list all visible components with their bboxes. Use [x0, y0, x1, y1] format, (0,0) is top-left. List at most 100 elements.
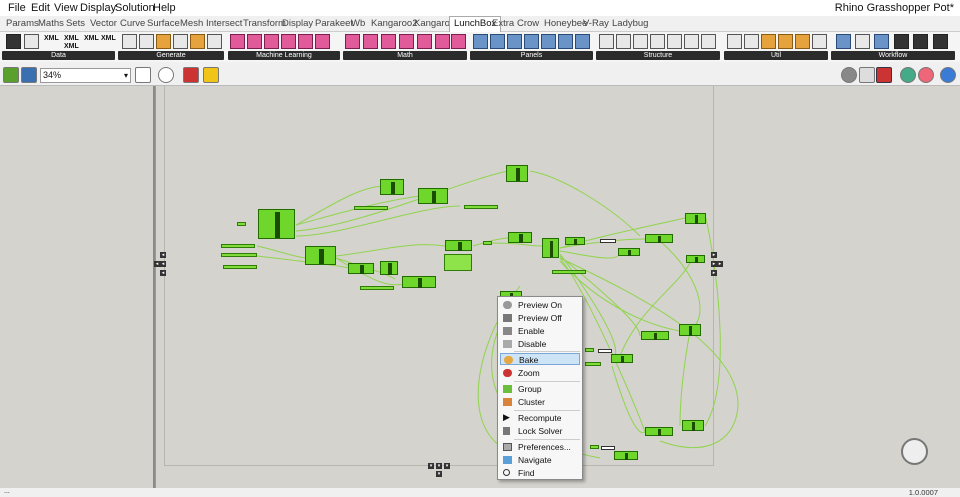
component-node[interactable]: [565, 237, 585, 245]
number-slider[interactable]: [223, 265, 257, 269]
tool-icon[interactable]: [507, 34, 522, 49]
tool-icon[interactable]: [190, 34, 205, 49]
ribbon-group-label[interactable]: Util: [724, 51, 828, 60]
number-slider[interactable]: [221, 253, 257, 257]
number-slider[interactable]: [552, 270, 586, 274]
canvas-scroll-down-icon[interactable]: ▾: [436, 463, 442, 469]
tab-extra[interactable]: Extra: [492, 18, 514, 29]
component-node[interactable]: [645, 427, 673, 436]
tool-icon[interactable]: [616, 34, 631, 49]
ribbon-group-label[interactable]: Structure: [596, 51, 720, 60]
component-node[interactable]: [686, 255, 705, 263]
component-node[interactable]: [402, 276, 436, 288]
ribbon-group-label[interactable]: Machine Learning: [228, 51, 340, 60]
selected-preview-icon[interactable]: [876, 67, 892, 83]
xml-icon[interactable]: XML: [44, 35, 59, 42]
grasshopper-canvas[interactable]: ◂ ◂ ◂ ◂ ▸ ▸ ▸ ▸ ▾ ▾ ▾ ▾: [0, 86, 960, 488]
tab-ladybug[interactable]: Ladybug: [612, 18, 648, 29]
open-file-icon[interactable]: [3, 67, 19, 83]
number-slider[interactable]: [360, 286, 394, 290]
io-icon[interactable]: [933, 34, 948, 49]
ribbon-group-label[interactable]: Math: [343, 51, 467, 60]
component-node[interactable]: [418, 188, 448, 204]
component-node[interactable]: [305, 246, 336, 265]
tab-intersect[interactable]: Intersect: [206, 18, 242, 29]
tool-icon[interactable]: [727, 34, 742, 49]
component-node[interactable]: [508, 232, 532, 243]
menu-item-bake[interactable]: Bake: [500, 353, 580, 365]
tool-icon[interactable]: [778, 34, 793, 49]
menu-item-recompute[interactable]: ▶ Recompute: [500, 412, 580, 424]
tab-maths[interactable]: Maths: [38, 18, 64, 29]
canvas-scroll-right-icon[interactable]: ▸: [717, 261, 723, 267]
tool-icon[interactable]: [264, 34, 279, 49]
tool-icon[interactable]: [230, 34, 245, 49]
stack-icon[interactable]: [855, 34, 870, 49]
canvas-scroll-down-icon[interactable]: ▾: [444, 463, 450, 469]
tool-icon[interactable]: [122, 34, 137, 49]
xml-icon[interactable]: XML: [64, 35, 79, 42]
component-node[interactable]: [618, 248, 640, 256]
tool-icon[interactable]: [701, 34, 716, 49]
menu-item-preview-off[interactable]: Preview Off: [500, 312, 580, 324]
number-slider[interactable]: [483, 241, 492, 245]
menu-item-enable[interactable]: Enable: [500, 325, 580, 337]
component-node[interactable]: [645, 234, 673, 243]
tab-surface[interactable]: Surface: [147, 18, 180, 29]
tab-params[interactable]: Params: [6, 18, 39, 29]
color-icon[interactable]: [900, 67, 916, 83]
tab-mesh[interactable]: Mesh: [180, 18, 203, 29]
tool-icon[interactable]: [473, 34, 488, 49]
tab-sets[interactable]: Sets: [66, 18, 85, 29]
component-node[interactable]: [348, 263, 374, 274]
menu-item-navigate[interactable]: Navigate: [500, 454, 580, 466]
tab-vray[interactable]: V-Ray: [583, 18, 609, 29]
tool-icon[interactable]: [684, 34, 699, 49]
number-slider[interactable]: [354, 206, 388, 210]
ribbon-group-label[interactable]: Generate: [118, 51, 224, 60]
component-node[interactable]: [685, 213, 706, 224]
menu-item-group[interactable]: Group: [500, 383, 580, 395]
tool-icon[interactable]: [363, 34, 378, 49]
menu-edit[interactable]: Edit: [31, 2, 50, 14]
menu-display[interactable]: Display: [80, 2, 116, 14]
menu-file[interactable]: File: [8, 2, 26, 14]
brush-icon[interactable]: [183, 67, 199, 83]
tab-kangaroo2[interactable]: Kangaroo2: [371, 18, 417, 29]
value-list[interactable]: [600, 239, 616, 243]
menu-item-zoom[interactable]: Zoom: [500, 367, 580, 379]
zoom-select[interactable]: 34% ▾: [40, 68, 131, 83]
menu-view[interactable]: View: [54, 2, 78, 14]
globe-icon[interactable]: [940, 67, 956, 83]
tool-icon[interactable]: [633, 34, 648, 49]
component-node[interactable]: [506, 165, 528, 182]
tool-icon[interactable]: [894, 34, 909, 49]
menu-item-lock-solver[interactable]: Lock Solver: [500, 425, 580, 437]
tool-icon[interactable]: [139, 34, 154, 49]
component-node[interactable]: [380, 179, 404, 195]
menu-item-find[interactable]: Find: [500, 467, 580, 479]
tab-curve[interactable]: Curve: [120, 18, 145, 29]
tool-icon[interactable]: [599, 34, 614, 49]
component-node[interactable]: [611, 354, 633, 363]
xml-icon[interactable]: XML: [84, 35, 99, 42]
canvas-scroll-down-icon[interactable]: ▾: [436, 471, 442, 477]
tool-icon[interactable]: [435, 34, 450, 49]
tab-transform[interactable]: Transform: [243, 18, 286, 29]
tool-icon[interactable]: [381, 34, 396, 49]
number-slider[interactable]: [464, 205, 498, 209]
layers-icon[interactable]: [836, 34, 851, 49]
number-slider[interactable]: [221, 244, 255, 248]
canvas-scroll-right-icon[interactable]: ▸: [711, 252, 717, 258]
tool-icon[interactable]: [298, 34, 313, 49]
tab-crow[interactable]: Crow: [517, 18, 539, 29]
tool-icon[interactable]: [795, 34, 810, 49]
component-node[interactable]: [380, 261, 398, 275]
data-tool-icon[interactable]: [6, 34, 21, 49]
tool-icon[interactable]: [281, 34, 296, 49]
tool-icon[interactable]: [207, 34, 222, 49]
tab-vector[interactable]: Vector: [90, 18, 117, 29]
component-node[interactable]: [679, 324, 701, 336]
component-node[interactable]: [258, 209, 295, 239]
canvas-scroll-left-icon[interactable]: ◂: [160, 252, 166, 258]
